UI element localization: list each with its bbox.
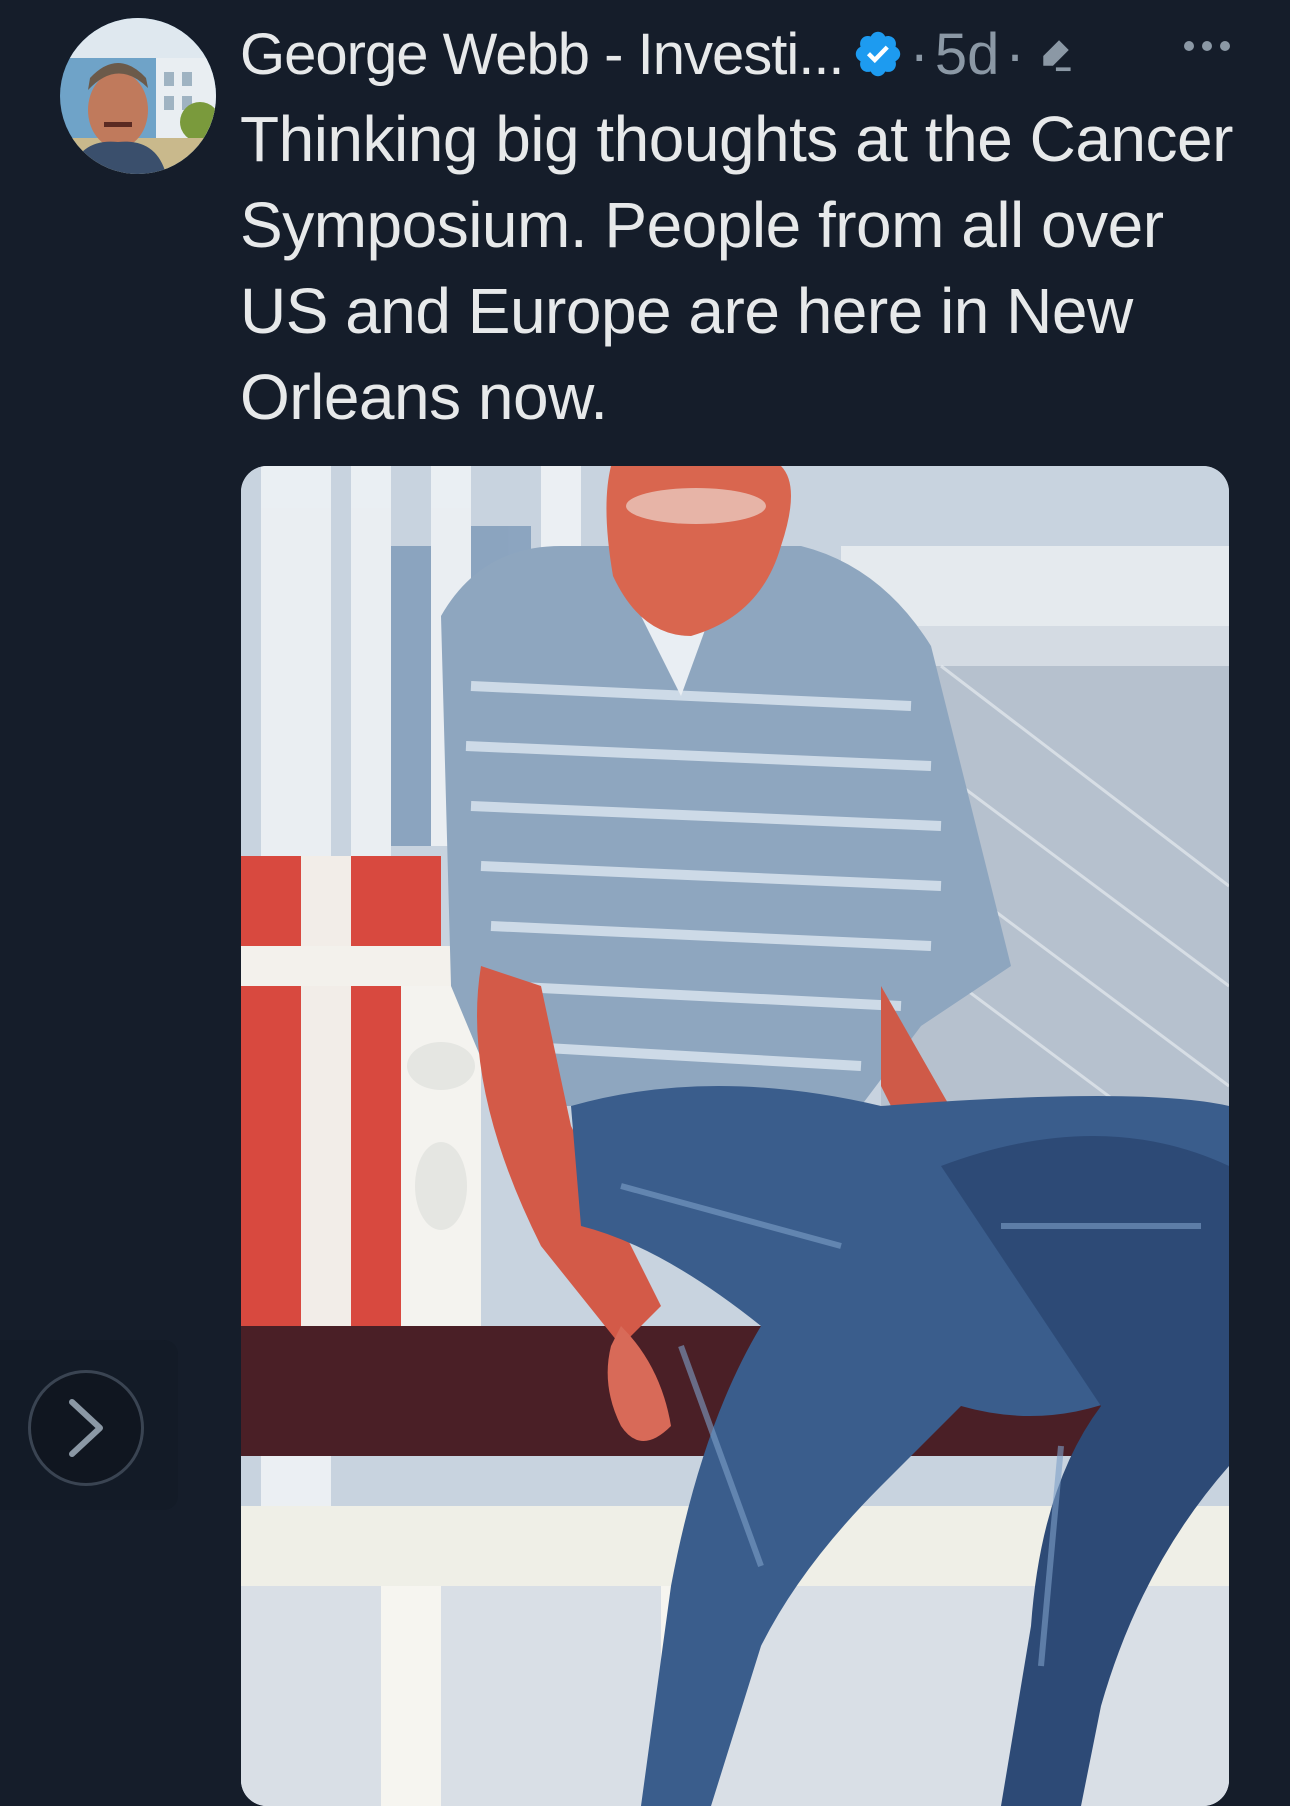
chevron-right-icon [69, 1399, 103, 1457]
tweet-timestamp[interactable]: 5d [935, 21, 1000, 88]
verified-badge-icon [855, 31, 900, 77]
pencil-edit-icon[interactable] [1033, 32, 1077, 76]
tweet-photo[interactable] [241, 466, 1229, 1806]
author-name[interactable]: George Webb - Investi... [240, 21, 845, 88]
tweet-text: Thinking big thoughts at the Cancer Symp… [240, 103, 1233, 433]
next-media-button[interactable] [28, 1370, 144, 1486]
author-avatar[interactable] [60, 18, 216, 174]
header-separator: · [909, 21, 929, 87]
more-options-icon[interactable] [1178, 26, 1236, 66]
header-separator: · [1005, 21, 1025, 87]
tweet-header: George Webb - Investi... · 5d · [240, 12, 1250, 96]
tweet[interactable]: George Webb - Investi... · 5d · Thinking… [0, 0, 1290, 1806]
